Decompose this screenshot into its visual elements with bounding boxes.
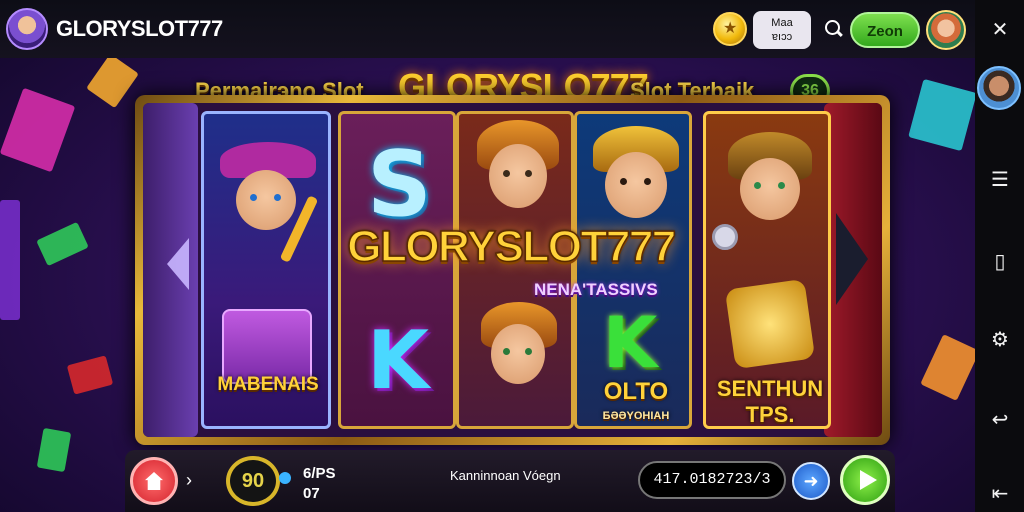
- balance-box[interactable]: Maa ɐıɔɔ: [753, 11, 811, 49]
- mystery-box-icon: [222, 309, 312, 384]
- home-button[interactable]: [130, 457, 178, 505]
- rail-avatar[interactable]: [977, 66, 1021, 110]
- gear-icon[interactable]: ⚙: [987, 326, 1013, 352]
- brand-name[interactable]: GLORYSLOT777: [56, 16, 223, 42]
- brand-avatar[interactable]: [6, 8, 48, 50]
- go-button[interactable]: ➜: [792, 462, 830, 500]
- balance-line-1: Maa: [771, 17, 793, 29]
- character-soldier: [605, 152, 667, 218]
- eye-icon: [503, 348, 510, 355]
- bet-label: 6/PS 07: [303, 464, 336, 504]
- user-avatar[interactable]: [926, 10, 966, 50]
- eye-icon: [525, 170, 532, 177]
- eye-icon: [250, 194, 257, 201]
- close-icon[interactable]: ✕: [987, 16, 1013, 42]
- reel-1: MABENAIS: [201, 111, 331, 429]
- eye-icon: [503, 170, 510, 177]
- bet-indicator-icon: [279, 472, 291, 484]
- bet-label-line-1: 6/PS: [303, 465, 336, 482]
- character-witch: [236, 170, 296, 230]
- eye-icon: [525, 348, 532, 355]
- credit-display: 417.0182723/3: [638, 461, 786, 499]
- window-icon[interactable]: ▯: [987, 248, 1013, 274]
- eye-icon: [274, 194, 281, 201]
- search-icon[interactable]: [825, 20, 843, 38]
- confetti-decoration: [36, 427, 72, 473]
- golden-trophy-icon: [724, 278, 816, 370]
- top-bar: GLORYSLOT777 Maa ɐıɔɔ Zeon: [0, 0, 975, 58]
- confetti-decoration: [0, 200, 20, 320]
- info-text: Kanninnoan Vóegn: [450, 468, 561, 483]
- bet-label-line-2: 07: [303, 485, 320, 502]
- confetti-decoration: [86, 53, 139, 109]
- next-arrow-icon[interactable]: [836, 213, 868, 305]
- prev-arrow-icon[interactable]: [167, 238, 189, 290]
- character-warrior: [489, 144, 547, 208]
- menu-icon[interactable]: ☰: [987, 166, 1013, 192]
- center-logo: GLORYSLOT777: [346, 221, 677, 272]
- eye-icon: [644, 178, 651, 185]
- login-button[interactable]: Zeon: [850, 12, 920, 48]
- confetti-decoration: [66, 355, 114, 395]
- reel5-caption-line2: TPS.: [745, 402, 795, 427]
- bet-value[interactable]: 90: [226, 456, 280, 506]
- reel4-caption: OLTO: [603, 378, 669, 405]
- confetti-decoration: [0, 87, 76, 173]
- confetti-decoration: [36, 221, 89, 267]
- confetti-decoration: [920, 334, 980, 401]
- reel5-caption-line1: SENTHUN: [716, 376, 824, 401]
- character-knight: [491, 324, 545, 384]
- microphone-icon: [712, 224, 738, 250]
- eye-icon: [778, 182, 785, 189]
- balance-line-2: ɐıɔɔ: [771, 31, 793, 43]
- eye-icon: [620, 178, 627, 185]
- coin-icon[interactable]: [713, 12, 747, 46]
- eye-icon: [754, 182, 761, 189]
- exit-icon[interactable]: ⇤: [987, 480, 1013, 506]
- spin-button[interactable]: [840, 455, 890, 505]
- center-subtitle: NENA'TASSIVS: [534, 280, 658, 299]
- reel-5: SENTHUN TPS.: [703, 111, 831, 429]
- arrow-right-icon[interactable]: ›: [186, 470, 192, 491]
- reel4-subcaption: ƂƏƏYOHIAH: [602, 410, 670, 422]
- game-screen: GLORYSLOT777 Maa ɐıɔɔ Zeon ✕ ☰ ▯ ⚙ ↩ ⇤ P…: [0, 0, 1024, 512]
- symbol-k: K: [367, 314, 429, 407]
- back-icon[interactable]: ↩: [987, 406, 1013, 432]
- symbol-k-green: K: [603, 302, 658, 384]
- symbol-box-caption: MABENAIS: [217, 374, 319, 395]
- confetti-decoration: [908, 78, 977, 152]
- character-heroine: [740, 158, 800, 220]
